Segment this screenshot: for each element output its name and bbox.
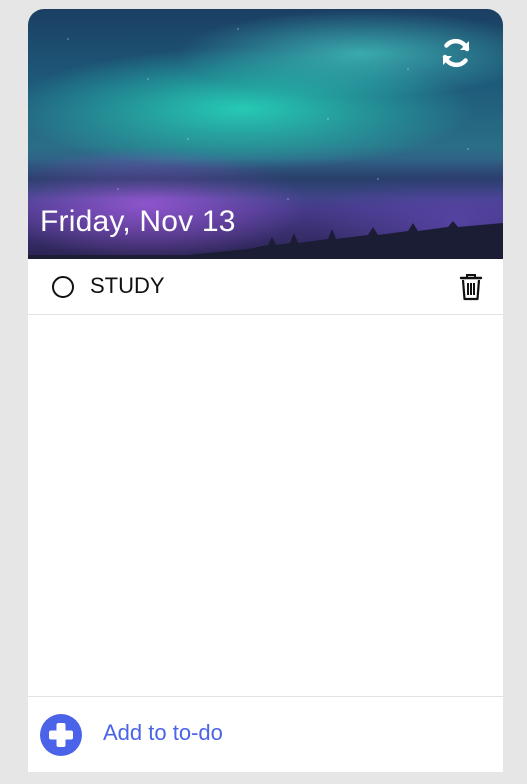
empty-circle-icon[interactable] <box>52 276 74 298</box>
refresh-icon <box>442 38 470 68</box>
delete-button[interactable] <box>458 273 484 301</box>
add-button[interactable] <box>40 714 82 756</box>
date-title: Friday, Nov 13 <box>40 205 236 238</box>
todo-item-text: STUDY <box>90 273 165 298</box>
header-image: Friday, Nov 13 <box>28 9 503 259</box>
add-todo-bar: Add to to-do <box>28 696 503 772</box>
todo-item: STUDY <box>28 259 503 315</box>
plus-circle-icon <box>49 723 73 747</box>
todo-card: Friday, Nov 13 STUDY Add to to-do <box>28 9 503 772</box>
add-todo-label[interactable]: Add to to-do <box>103 720 223 746</box>
trash-icon <box>459 274 483 301</box>
refresh-button[interactable] <box>438 35 474 71</box>
